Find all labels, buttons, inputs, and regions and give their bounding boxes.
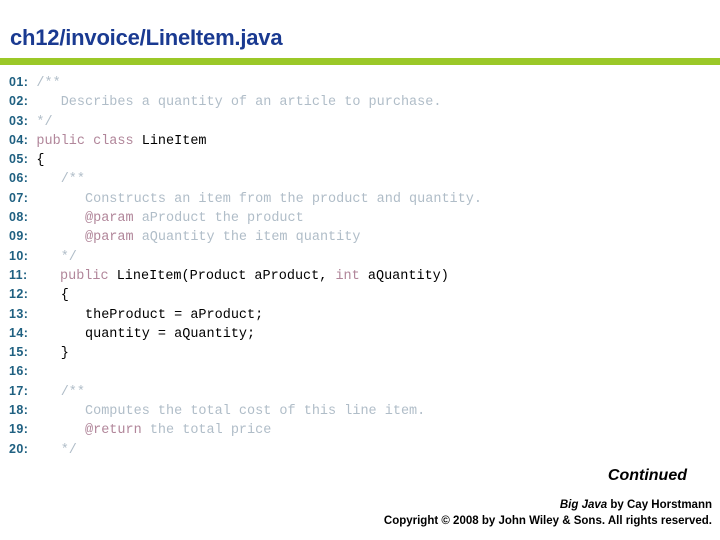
slide: ch12/invoice/LineItem.java 01: /** 02: De… <box>0 0 720 540</box>
line-number: 17: <box>9 383 29 398</box>
code-token-keyword: public class <box>36 133 142 149</box>
line-number: 19: <box>9 422 29 437</box>
code-token-comment <box>36 230 85 245</box>
code-token-comment: aQuantity the item quantity <box>133 230 361 246</box>
book-title: Big Java <box>559 499 608 511</box>
code-token-plain: { <box>36 288 69 304</box>
code-listing: 01: /** 02: Describes a quantity of an ar… <box>9 73 715 459</box>
code-line: 18: Computes the total cost of this line… <box>9 401 715 420</box>
copyright-notice: Copyright © 2008 by John Wiley & Sons. A… <box>383 515 712 527</box>
code-token-plain: } <box>36 346 69 362</box>
code-line: 04: public class LineItem <box>9 131 715 150</box>
continued-label: Continued <box>607 467 687 484</box>
code-token-comment <box>36 211 85 226</box>
line-number: 09: <box>9 229 29 244</box>
code-line: 02: Describes a quantity of an article t… <box>9 92 715 111</box>
code-token-keyword: public <box>60 268 109 284</box>
code-line: 06: /** <box>9 169 715 188</box>
code-token-keyword: int <box>335 268 360 284</box>
code-line: 09: @param aQuantity the item quantity <box>9 227 715 246</box>
line-number: 06: <box>9 171 29 186</box>
code-token-tag: @param <box>85 211 134 227</box>
code-line: 08: @param aProduct the product <box>9 208 715 227</box>
title-divider <box>0 58 720 65</box>
code-line: 14: quantity = aQuantity; <box>9 324 715 343</box>
line-number: 07: <box>9 190 29 205</box>
code-line: 13: theProduct = aProduct; <box>9 305 715 324</box>
code-token-plain: theProduct = aProduct; <box>36 307 264 323</box>
book-byline: by Cay Horstmann <box>607 499 712 511</box>
line-number: 14: <box>9 325 29 340</box>
line-gutter-space <box>28 365 36 380</box>
line-number: 02: <box>9 94 29 109</box>
code-token-tag: @return <box>85 423 142 439</box>
line-number: 20: <box>9 441 29 456</box>
code-line: 20: */ <box>9 440 715 459</box>
code-token-comment: Constructs an item from the product and … <box>36 191 482 207</box>
code-token-comment: */ <box>36 114 53 130</box>
line-number: 11: <box>9 267 28 282</box>
code-token-comment: the total price <box>141 423 272 439</box>
code-line: 16: <box>9 362 715 381</box>
code-token-comment <box>36 423 85 438</box>
code-token-plain: quantity = aQuantity; <box>36 326 256 342</box>
code-token-comment: Describes a quantity of an article to pu… <box>36 95 442 111</box>
code-line: 17: /** <box>9 382 715 401</box>
code-token-comment: */ <box>36 442 77 458</box>
code-line: 15: } <box>9 343 715 362</box>
code-line: 05: { <box>9 150 715 169</box>
line-number: 12: <box>9 287 29 302</box>
line-number: 01: <box>9 75 29 89</box>
line-number: 15: <box>9 345 29 360</box>
line-number: 08: <box>9 210 29 225</box>
code-token-comment: /** <box>36 172 85 188</box>
code-line: 10: */ <box>9 247 715 266</box>
code-line: 12: { <box>9 285 715 304</box>
code-token-tag: @param <box>85 230 134 246</box>
code-token-comment: Computes the total cost of this line ite… <box>36 404 426 420</box>
line-gutter-space <box>28 269 36 284</box>
code-line: 07: Constructs an item from the product … <box>9 189 715 208</box>
code-line: 19: @return the total price <box>9 420 715 439</box>
line-number: 10: <box>9 248 29 263</box>
code-line: 03: */ <box>9 112 715 131</box>
code-token-plain: aQuantity) <box>359 268 449 284</box>
code-line: 01: /** <box>9 73 715 92</box>
code-token-plain: { <box>36 153 45 169</box>
code-token-comment: aProduct the product <box>133 211 304 227</box>
line-number: 04: <box>9 132 29 147</box>
page-title: ch12/invoice/LineItem.java <box>10 25 283 50</box>
line-number: 16: <box>9 364 29 379</box>
line-number: 03: <box>9 113 29 128</box>
code-line: 11: public LineItem(Product aProduct, in… <box>9 266 715 285</box>
line-number: 13: <box>9 306 29 321</box>
code-token-plain: LineItem(Product aProduct, <box>108 268 336 284</box>
code-token-comment: /** <box>36 76 61 91</box>
line-number: 05: <box>9 152 29 167</box>
code-token-comment: */ <box>36 249 77 265</box>
line-number: 18: <box>9 403 29 418</box>
code-token-comment: /** <box>36 384 85 400</box>
book-credit: Big Java by Cay Horstmann <box>560 499 712 511</box>
code-token-plain: LineItem <box>141 133 207 149</box>
